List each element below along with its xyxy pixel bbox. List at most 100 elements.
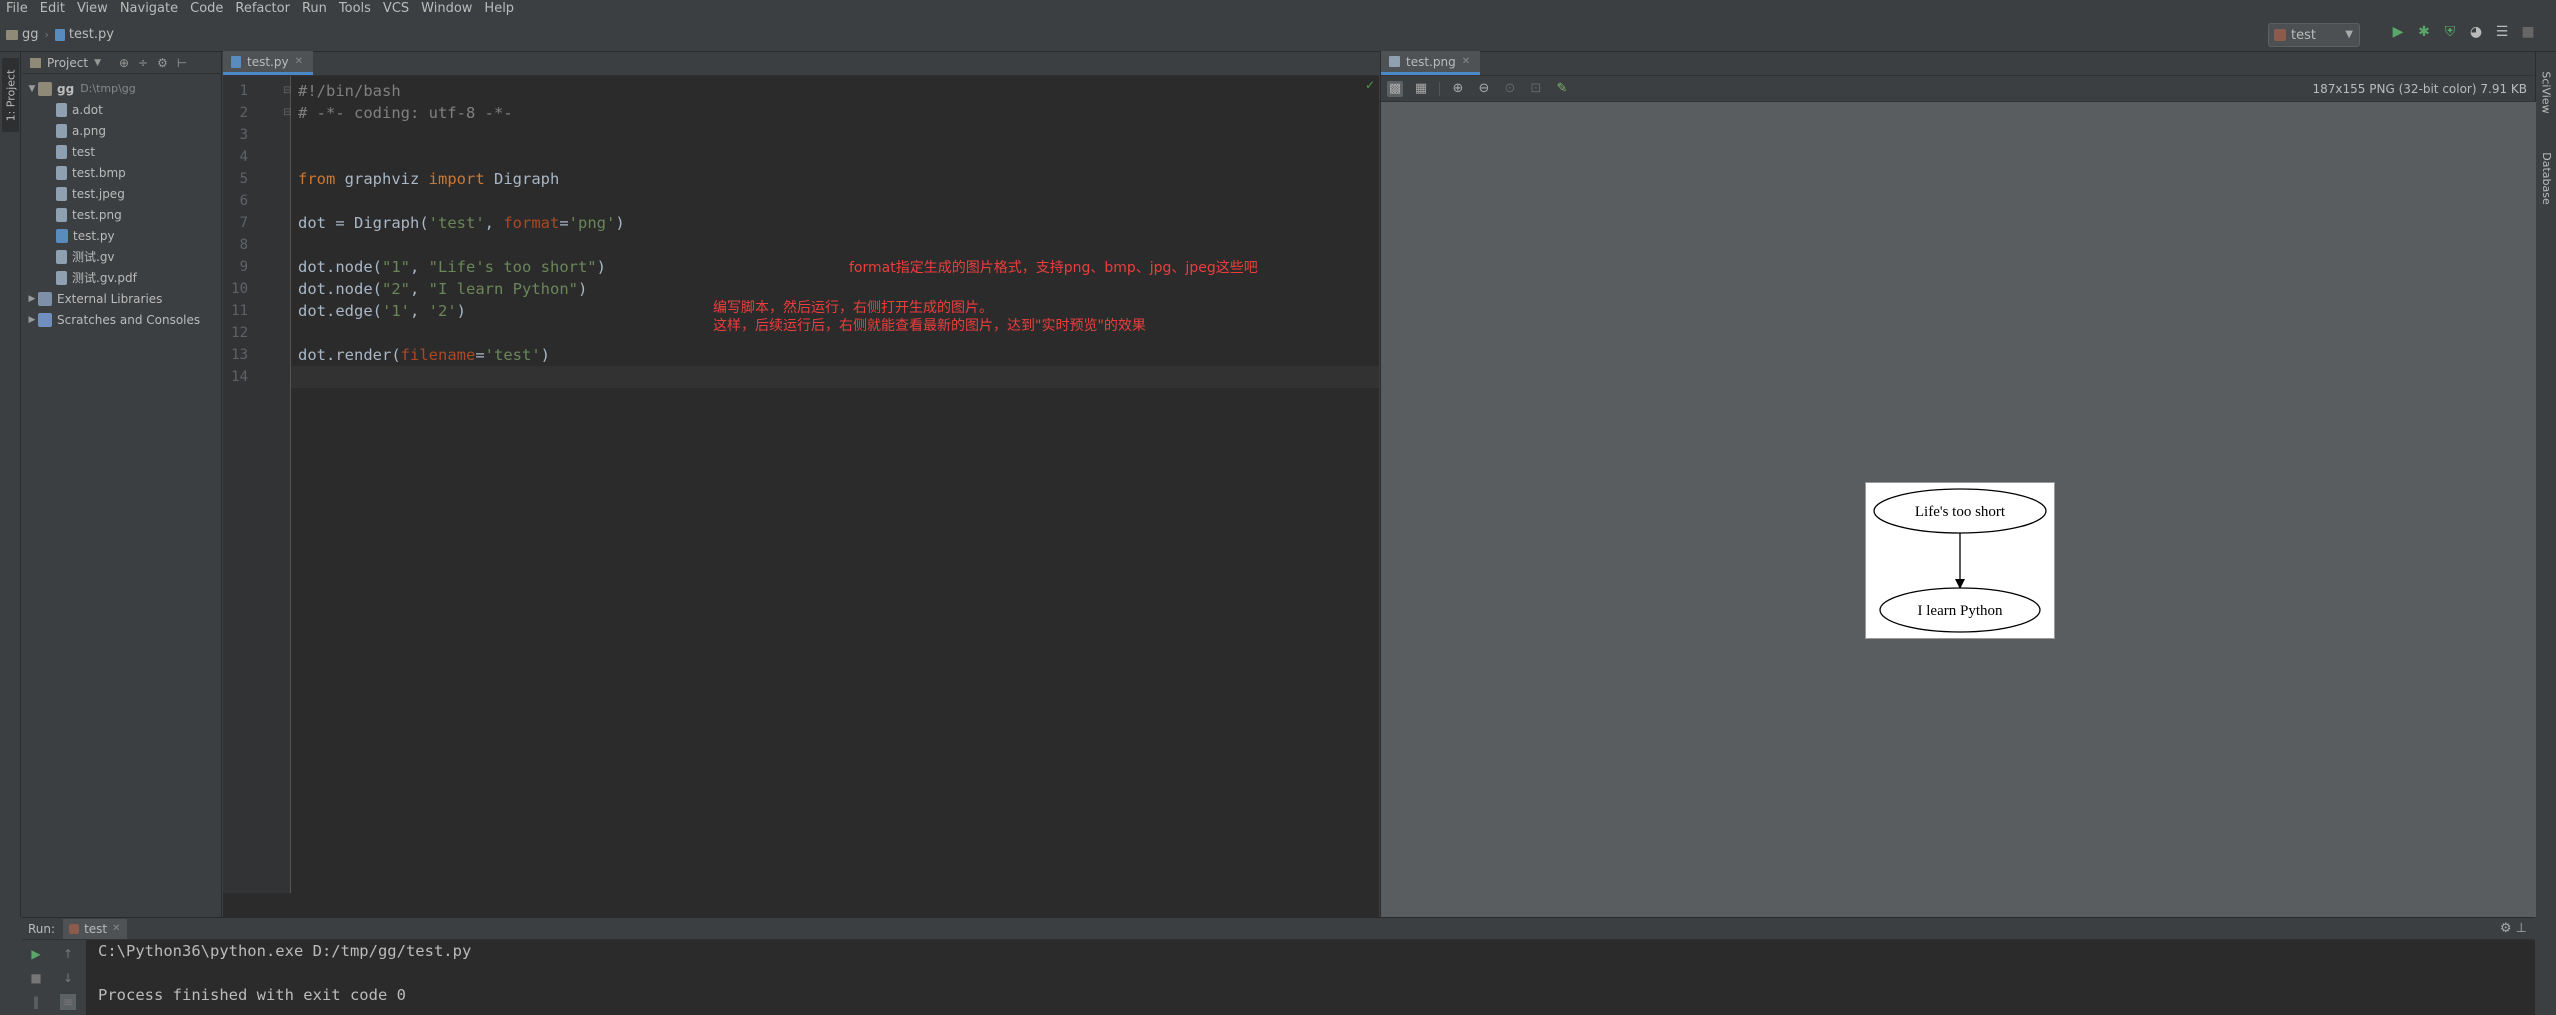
menu-refactor[interactable]: Refactor bbox=[229, 0, 296, 18]
actual-size-icon[interactable]: ⊙ bbox=[1502, 81, 1518, 97]
run-console[interactable]: C:\Python36\python.exe D:/tmp/gg/test.py… bbox=[86, 940, 2535, 1015]
rerun-icon[interactable]: ▶ bbox=[28, 946, 44, 962]
down-arrow-icon[interactable]: ↓ bbox=[60, 970, 76, 986]
toolbar-separator bbox=[1439, 81, 1440, 96]
hide-panel-icon[interactable]: ⊢ bbox=[177, 56, 187, 70]
concurrency-icon[interactable]: ☰ bbox=[2494, 24, 2510, 40]
chevron-right-icon[interactable]: ▶ bbox=[26, 294, 38, 304]
code-line: from graphviz import Digraph bbox=[298, 168, 559, 190]
profile-icon[interactable]: ◕ bbox=[2468, 24, 2484, 40]
close-icon[interactable]: ✕ bbox=[295, 56, 303, 67]
up-arrow-icon[interactable]: ↑ bbox=[60, 946, 76, 962]
code-line: dot = Digraph('test', format='png') bbox=[298, 212, 625, 234]
menu-vcs[interactable]: VCS bbox=[377, 0, 415, 18]
line-number: 9 bbox=[239, 259, 248, 275]
tree-item[interactable]: a.png bbox=[56, 120, 106, 141]
fold-marker-icon[interactable]: ⊟ bbox=[283, 107, 291, 118]
inspection-ok-icon[interactable]: ✓ bbox=[1365, 78, 1375, 92]
chessboard-icon[interactable]: ▩ bbox=[1387, 80, 1403, 97]
tree-item[interactable]: ▼ gg D:\tmp\gg bbox=[26, 78, 136, 99]
debug-icon[interactable]: ✱ bbox=[2416, 24, 2432, 40]
chevron-down-icon[interactable]: ▼ bbox=[94, 58, 101, 68]
database-tab[interactable]: Database bbox=[2538, 138, 2555, 218]
tree-item[interactable]: test.png bbox=[56, 204, 122, 225]
pause-icon[interactable]: ‖ bbox=[28, 994, 44, 1010]
menu-window[interactable]: Window bbox=[415, 0, 478, 18]
code-token: "2" bbox=[382, 280, 410, 298]
menu-run[interactable]: Run bbox=[296, 0, 333, 18]
close-icon[interactable]: ✕ bbox=[1462, 56, 1470, 67]
line-number: 6 bbox=[239, 193, 248, 209]
tree-item[interactable]: test.py bbox=[56, 225, 115, 246]
collapse-all-icon[interactable]: ÷ bbox=[138, 56, 148, 70]
color-picker-icon[interactable]: ✎ bbox=[1554, 81, 1570, 97]
tree-item-label: test bbox=[72, 144, 96, 159]
console-line: C:\Python36\python.exe D:/tmp/gg/test.py bbox=[98, 942, 472, 960]
breadcrumb-project[interactable]: gg bbox=[0, 27, 45, 42]
menu-view[interactable]: View bbox=[71, 0, 114, 18]
viewer-tab-test-png[interactable]: test.png ✕ bbox=[1381, 51, 1481, 75]
coverage-icon[interactable]: ⛨ bbox=[2442, 24, 2458, 40]
sciview-tab[interactable]: SciView bbox=[2538, 60, 2555, 124]
tree-item[interactable]: a.dot bbox=[56, 99, 103, 120]
tree-item-label: a.png bbox=[72, 123, 107, 138]
tree-item[interactable]: test.bmp bbox=[56, 162, 126, 183]
tree-item[interactable]: 测试.gv.pdf bbox=[56, 267, 137, 288]
fit-zoom-icon[interactable]: ⊡ bbox=[1528, 81, 1544, 97]
chevron-right-icon[interactable]: ▶ bbox=[26, 315, 38, 325]
tree-item-label: test.py bbox=[73, 228, 115, 243]
code-token: ) bbox=[577, 280, 588, 298]
grid-icon[interactable]: ▦ bbox=[1413, 81, 1429, 97]
menu-help[interactable]: Help bbox=[478, 0, 520, 18]
file-icon bbox=[56, 270, 67, 285]
code-token: '1' bbox=[382, 302, 410, 320]
run-panel-label: Run: bbox=[28, 921, 56, 936]
tree-item[interactable]: ▶ External Libraries bbox=[26, 288, 162, 309]
menu-edit[interactable]: Edit bbox=[34, 0, 71, 18]
left-tool-stripe: 1: Project bbox=[0, 52, 21, 917]
soft-wrap-icon[interactable]: ≡ bbox=[60, 994, 76, 1010]
stop-icon[interactable]: ■ bbox=[28, 970, 44, 986]
annotation-note-2: 这样，后续运行后，右侧就能查看最新的图片，达到"实时预览"的效果 bbox=[713, 318, 1146, 334]
tree-item[interactable]: ▶ Scratches and Consoles bbox=[26, 309, 200, 330]
code-area[interactable]: #!/bin/bash # -*- coding: utf-8 -*- from g… bbox=[298, 76, 1378, 893]
tree-item[interactable]: test bbox=[56, 141, 95, 162]
run-icon[interactable]: ▶ bbox=[2390, 24, 2406, 40]
python-file-icon bbox=[56, 228, 68, 243]
annotation-note-1: 编写脚本，然后运行，右侧打开生成的图片。 bbox=[713, 300, 993, 316]
menu-file[interactable]: File bbox=[0, 0, 34, 18]
gear-icon[interactable]: ⚙ ⊥ bbox=[2500, 921, 2527, 936]
code-line: #!/bin/bash bbox=[298, 80, 401, 102]
menu-code[interactable]: Code bbox=[184, 0, 229, 18]
gear-icon[interactable]: ⚙ bbox=[157, 56, 168, 70]
line-number: 12 bbox=[231, 325, 248, 341]
editor-tab-test-py[interactable]: test.py ✕ bbox=[223, 51, 313, 75]
menu-tools[interactable]: Tools bbox=[333, 0, 377, 18]
zoom-in-icon[interactable]: ⊕ bbox=[1450, 81, 1466, 97]
breadcrumb-file-label: test.py bbox=[68, 27, 114, 42]
menu-navigate[interactable]: Navigate bbox=[114, 0, 184, 18]
breadcrumb-file[interactable]: test.py bbox=[49, 27, 120, 42]
line-number: 2 bbox=[239, 105, 248, 121]
locate-file-icon[interactable]: ⊕ bbox=[119, 56, 129, 70]
chevron-down-icon[interactable]: ▼ bbox=[26, 84, 38, 94]
zoom-out-icon[interactable]: ⊖ bbox=[1476, 81, 1492, 97]
code-token: 'png' bbox=[568, 214, 616, 232]
run-configuration-select[interactable]: test ▼ bbox=[2268, 23, 2360, 47]
fold-marker-icon[interactable]: ⊟ bbox=[283, 85, 291, 96]
line-number-gutter: 1 2 3 4 5 6 7 8 9 10 11 12 13 14 ⊟ ⊟ bbox=[223, 76, 291, 893]
tree-item[interactable]: 测试.gv bbox=[56, 246, 115, 267]
file-icon bbox=[56, 207, 67, 222]
project-tool-window-label: 1: Project bbox=[4, 69, 17, 121]
tree-item-label: Scratches and Consoles bbox=[57, 312, 201, 327]
scratches-icon bbox=[38, 312, 52, 327]
project-tool-window-tab[interactable]: 1: Project bbox=[2, 58, 19, 132]
project-panel-tools: ⊕ ÷ ⚙ ⊢ bbox=[119, 56, 187, 70]
run-tab-test[interactable]: test ✕ bbox=[63, 918, 127, 939]
tree-item-label: test.png bbox=[72, 207, 122, 222]
tree-item[interactable]: test.jpeg bbox=[56, 183, 125, 204]
project-view-select[interactable]: Project bbox=[47, 56, 88, 70]
close-icon[interactable]: ✕ bbox=[112, 923, 120, 934]
stop-icon[interactable]: ■ bbox=[2520, 24, 2536, 40]
folder-icon bbox=[6, 29, 18, 40]
